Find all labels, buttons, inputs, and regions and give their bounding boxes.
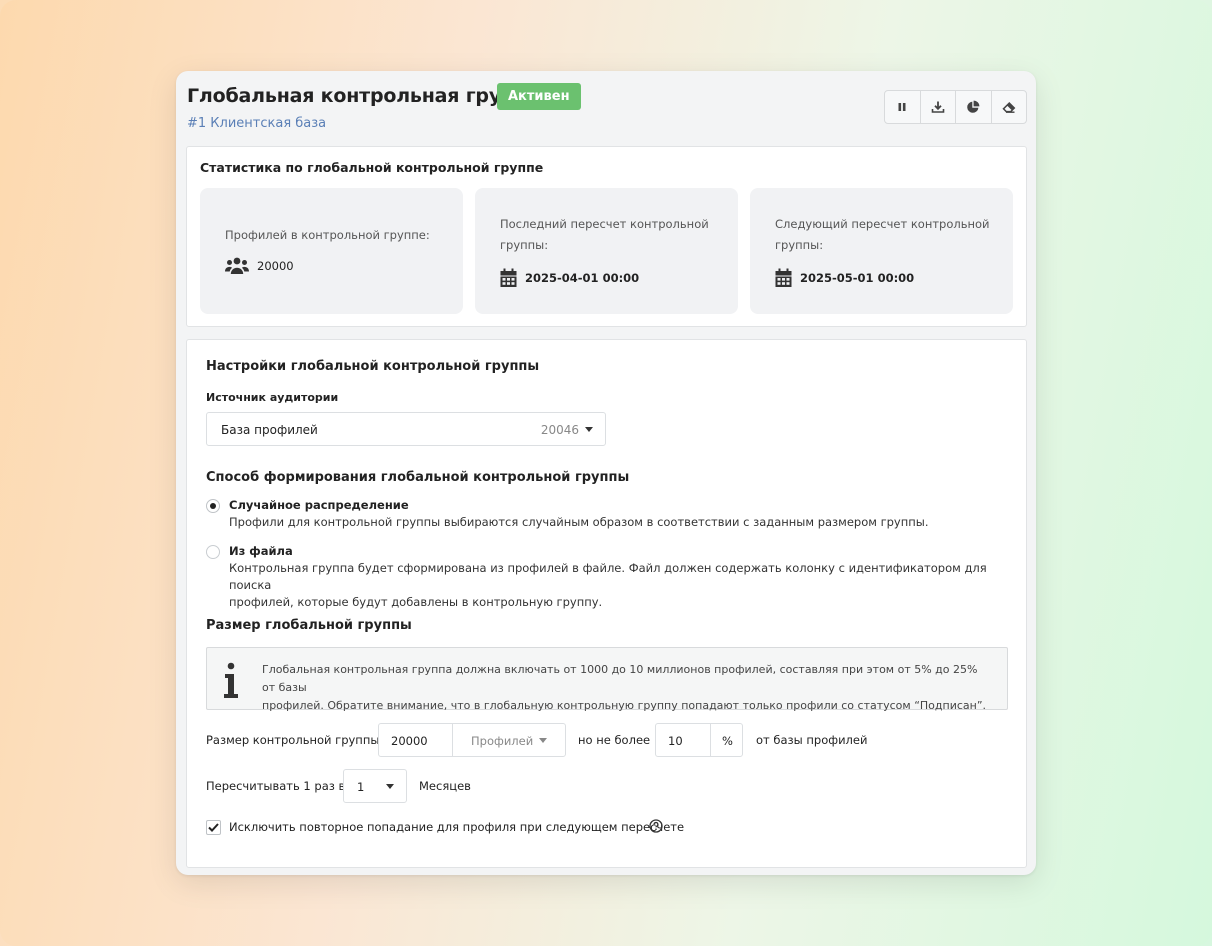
clear-button[interactable]: [992, 91, 1027, 123]
stat-label: Последний пересчет контрольной группы:: [500, 214, 709, 256]
users-icon: [225, 257, 249, 274]
chevron-down-icon: [386, 784, 394, 789]
info-alert: Глобальная контрольная группа должна вкл…: [206, 647, 1008, 712]
recalc-period-value: 1: [357, 780, 365, 794]
option-description: Контрольная группа будет сформирована из…: [229, 560, 999, 611]
exclude-repeat-label[interactable]: Исключить повторное попадание для профил…: [229, 820, 684, 834]
max-percent-input[interactable]: 10: [655, 723, 711, 757]
statistics-section: Статистика по глобальной контрольной гру…: [186, 146, 1027, 327]
chevron-down-icon: [585, 427, 593, 432]
stat-card-last-recalc: Последний пересчет контрольной группы: 2…: [475, 188, 738, 314]
checkmark-icon: [208, 823, 219, 832]
max-percent-value: 10: [668, 734, 683, 748]
stat-value-row: 2025-04-01 00:00: [500, 268, 639, 287]
stat-label-line: Последний пересчет контрольной: [500, 217, 709, 231]
last-recalc-date: 2025-04-01 00:00: [525, 270, 640, 285]
option-description-line: Контрольная группа будет сформирована из…: [229, 561, 987, 592]
group-size-title: Размер глобальной группы: [206, 618, 412, 633]
pause-button[interactable]: [885, 91, 921, 123]
recalc-unit-label: Месяцев: [419, 779, 471, 793]
stat-label-line: группы:: [500, 238, 549, 252]
stat-label: Профилей в контрольной группе:: [225, 228, 430, 242]
option-title: Из файла: [229, 544, 293, 558]
stat-value-row: 2025-05-01 00:00: [775, 268, 914, 287]
audience-source-select[interactable]: База профилей 20046: [206, 412, 606, 446]
control-group-panel: Глобальная контрольная группа Активен #1…: [176, 71, 1036, 875]
of-base-label: от базы профилей: [756, 733, 868, 747]
calendar-icon: [775, 268, 792, 287]
breadcrumb-link[interactable]: #1 Клиентская база: [187, 116, 326, 131]
profiles-count: 20000: [257, 259, 294, 273]
next-recalc-date: 2025-05-01 00:00: [800, 270, 915, 285]
option-random[interactable]: Случайное распределение Профили для конт…: [206, 498, 1006, 532]
group-size-unit: Профилей: [471, 734, 534, 748]
group-size-value: 20000: [391, 734, 428, 748]
background: Глобальная контрольная группа Активен #1…: [0, 0, 1212, 946]
group-size-input[interactable]: 20000: [378, 723, 453, 757]
info-text: Глобальная контрольная группа должна вкл…: [262, 661, 992, 715]
group-size-label: Размер контрольной группы: [206, 733, 380, 747]
info-text-line: Глобальная контрольная группа должна вкл…: [262, 663, 978, 694]
statistics-title: Статистика по глобальной контрольной гру…: [200, 160, 544, 175]
page-title: Глобальная контрольная группа: [187, 85, 540, 107]
eraser-icon: [1002, 101, 1016, 113]
info-text-line: профилей. Обратите внимание, что в глоба…: [262, 699, 987, 712]
max-label: но не более: [578, 733, 651, 747]
calendar-icon: [500, 268, 517, 287]
pie-chart-icon: [967, 100, 980, 113]
stat-label-line: Следующий пересчет контрольной: [775, 217, 990, 231]
help-icon[interactable]: [649, 819, 663, 833]
audience-source-count: 20046: [540, 423, 579, 437]
audience-source-value: База профилей: [221, 423, 318, 437]
option-from-file[interactable]: Из файла Контрольная группа будет сформи…: [206, 544, 1006, 609]
stat-label-line: группы:: [775, 238, 824, 252]
info-icon: [224, 662, 238, 698]
option-description-line: профилей, которые будут добавлены в конт…: [229, 595, 603, 609]
download-icon: [931, 101, 945, 113]
exclude-repeat-checkbox[interactable]: [206, 820, 221, 835]
settings-section: Настройки глобальной контрольной группы …: [186, 339, 1027, 868]
stat-card-profiles: Профилей в контрольной группе: 20000: [200, 188, 463, 314]
action-toolbar: [884, 90, 1027, 124]
recalc-period-select[interactable]: 1: [343, 769, 407, 803]
stat-card-next-recalc: Следующий пересчет контрольной группы: 2…: [750, 188, 1013, 314]
option-title: Случайное распределение: [229, 498, 409, 512]
option-description: Профили для контрольной группы выбираютс…: [229, 515, 929, 529]
method-title: Способ формирования глобальной контрольн…: [206, 470, 630, 485]
group-size-unit-select[interactable]: Профилей: [452, 723, 566, 757]
download-button[interactable]: [921, 91, 956, 123]
percent-sign: %: [722, 734, 733, 748]
audience-source-label: Источник аудитории: [206, 391, 339, 404]
radio-random[interactable]: [206, 499, 220, 513]
chevron-down-icon: [539, 738, 547, 743]
pause-icon: [898, 103, 906, 111]
status-badge: Активен: [497, 83, 581, 110]
stat-label: Следующий пересчет контрольной группы:: [775, 214, 990, 256]
stat-value-row: 20000: [225, 257, 294, 275]
percent-addon: %: [710, 723, 743, 757]
radio-from-file[interactable]: [206, 545, 220, 559]
settings-title: Настройки глобальной контрольной группы: [206, 359, 540, 374]
recalc-label: Пересчитывать 1 раз в: [206, 779, 346, 793]
statistics-button[interactable]: [956, 91, 992, 123]
